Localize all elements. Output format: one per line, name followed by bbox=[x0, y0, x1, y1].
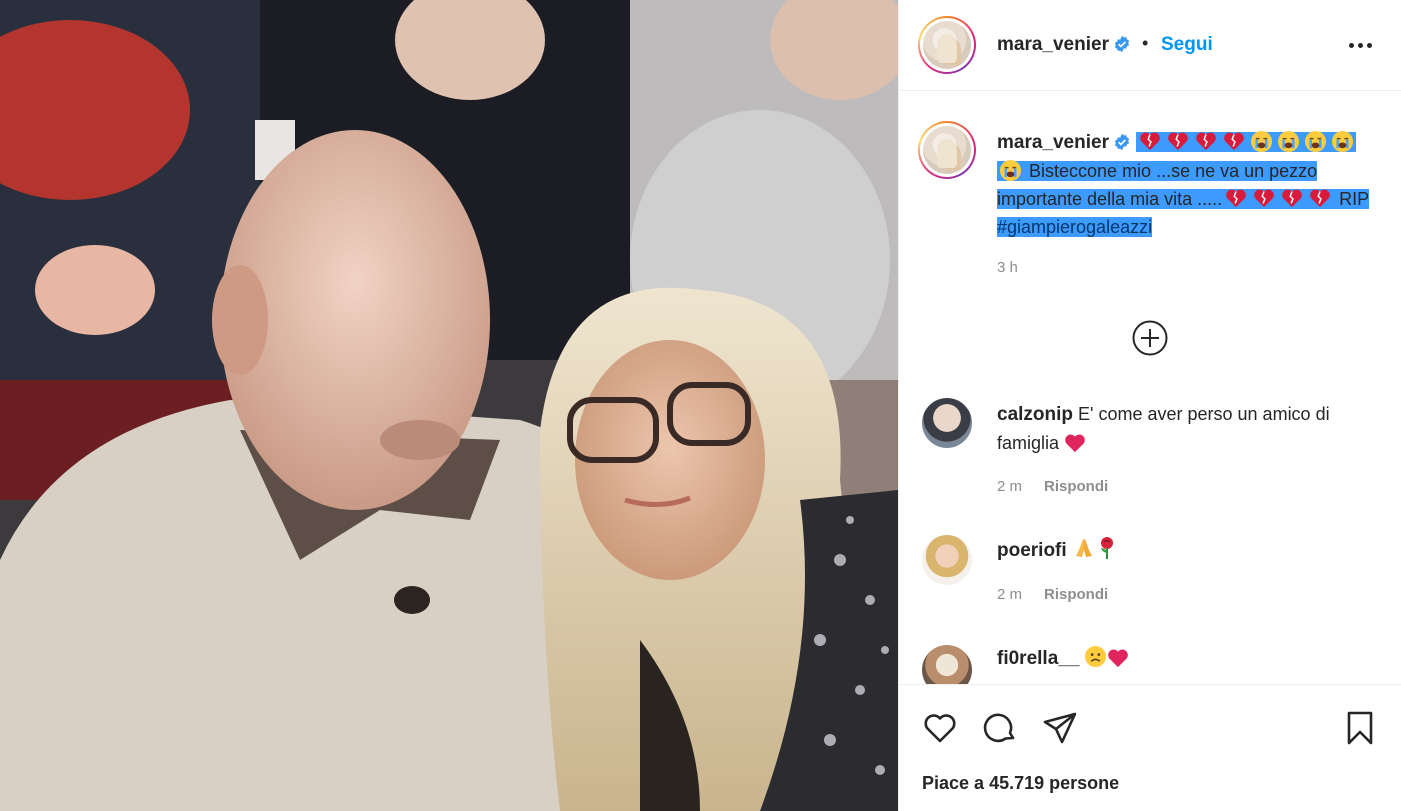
sob-icon bbox=[1331, 130, 1354, 153]
comment-avatar[interactable] bbox=[922, 398, 972, 448]
broken-heart-icon bbox=[1224, 132, 1244, 151]
reply-button[interactable]: Rispondi bbox=[1044, 478, 1108, 495]
broken-heart-icon bbox=[1310, 189, 1330, 208]
caption-rip: RIP bbox=[1339, 189, 1369, 209]
post-header: mara_venier • Segui bbox=[899, 0, 1401, 91]
post-photo[interactable] bbox=[0, 0, 898, 811]
header-separator: • bbox=[1142, 33, 1149, 53]
photo-illustration bbox=[0, 0, 898, 811]
caption-timestamp[interactable]: 3 h bbox=[997, 259, 1018, 276]
caption-hashtag[interactable]: #giampierogaleazzi bbox=[997, 217, 1152, 237]
comment-meta: 2 m Rispondi bbox=[997, 586, 1108, 603]
follow-button[interactable]: Segui bbox=[1161, 34, 1213, 56]
comment-time[interactable]: 2 m bbox=[997, 478, 1022, 495]
comments-area[interactable]: mara_venier Bisteccone mio ...se ne va u… bbox=[899, 92, 1401, 684]
rose-icon bbox=[1100, 537, 1113, 559]
broken-heart-icon bbox=[1168, 132, 1188, 151]
comment-text: calzonip E' come aver perso un amico di … bbox=[997, 400, 1387, 457]
post-actions: Piace a 45.719 persone bbox=[899, 684, 1401, 811]
broken-heart-icon bbox=[1282, 189, 1302, 208]
comment-avatar[interactable] bbox=[922, 535, 972, 585]
likes-number: 45.719 bbox=[989, 773, 1045, 793]
broken-heart-icon bbox=[1196, 132, 1216, 151]
author-avatar[interactable] bbox=[918, 16, 976, 74]
plus-circle-icon[interactable] bbox=[1131, 319, 1169, 357]
comment-text: fi0rella__ bbox=[997, 644, 1387, 673]
folded-hands-icon bbox=[1075, 539, 1092, 557]
sob-icon bbox=[1304, 130, 1327, 153]
author-username[interactable]: mara_venier bbox=[997, 34, 1131, 56]
comment-text: poeriofi bbox=[997, 536, 1387, 565]
sob-icon bbox=[1250, 130, 1273, 153]
comment-username[interactable]: calzonip bbox=[997, 404, 1073, 425]
more-options-icon[interactable] bbox=[1347, 33, 1375, 57]
broken-heart-icon bbox=[1226, 189, 1246, 208]
red-heart-icon bbox=[1065, 434, 1085, 453]
broken-heart-icon bbox=[1140, 132, 1160, 151]
heart-icon[interactable] bbox=[920, 708, 960, 748]
share-icon[interactable] bbox=[1040, 708, 1080, 748]
sad-face-icon bbox=[1085, 645, 1107, 668]
likes-count[interactable]: Piace a 45.719 persone bbox=[922, 773, 1119, 794]
post-sidebar: mara_venier • Segui mara_venier Bistecco… bbox=[898, 0, 1401, 811]
caption-text: mara_venier Bisteccone mio ...se ne va u… bbox=[997, 128, 1387, 241]
caption-avatar[interactable] bbox=[918, 121, 976, 179]
caption-username[interactable]: mara_venier bbox=[997, 132, 1131, 153]
verified-badge-icon bbox=[1114, 35, 1130, 53]
comment-meta: 2 m Rispondi bbox=[997, 478, 1108, 495]
sob-icon bbox=[1277, 130, 1300, 153]
comment-time[interactable]: 2 m bbox=[997, 586, 1022, 603]
comment-username[interactable]: fi0rella__ bbox=[997, 648, 1079, 669]
save-icon[interactable] bbox=[1340, 708, 1380, 748]
comment-username[interactable]: poeriofi bbox=[997, 540, 1067, 561]
sob-icon bbox=[999, 159, 1022, 182]
comment-icon[interactable] bbox=[980, 708, 1020, 748]
reply-button[interactable]: Rispondi bbox=[1044, 586, 1108, 603]
verified-badge-icon bbox=[1114, 133, 1130, 151]
broken-heart-icon bbox=[1254, 189, 1274, 208]
red-heart-icon bbox=[1108, 649, 1129, 668]
comment-avatar[interactable] bbox=[922, 645, 972, 684]
instagram-post: mara_venier • Segui mara_venier Bistecco… bbox=[0, 0, 1401, 811]
